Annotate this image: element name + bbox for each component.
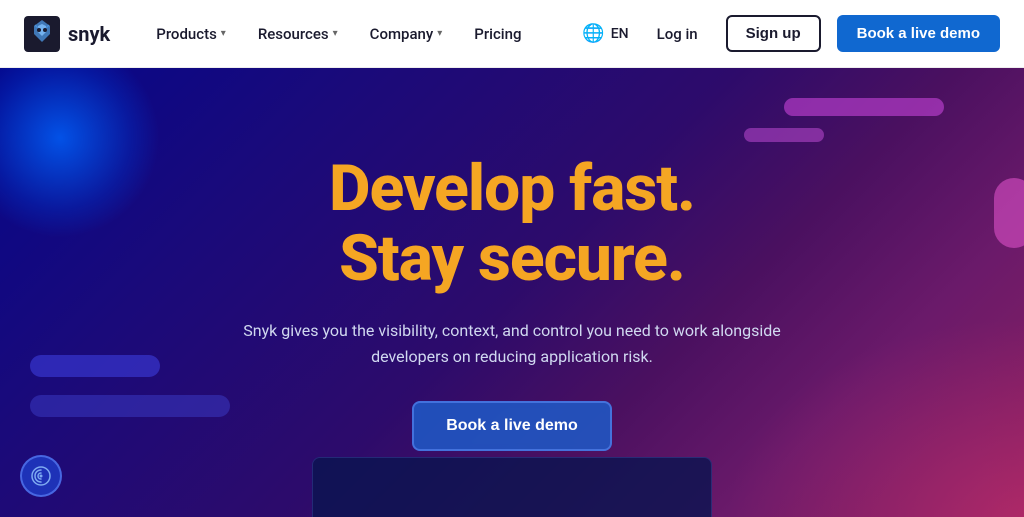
nav-resources[interactable]: Resources ▾ (244, 17, 352, 51)
products-chevron-icon: ▾ (221, 28, 226, 39)
nav-products[interactable]: Products ▾ (142, 17, 240, 51)
hero-section: Develop fast. Stay secure. Snyk gives yo… (0, 68, 1024, 517)
brand-name: snyk (68, 22, 110, 46)
hero-cta-button[interactable]: Book a live demo (412, 401, 612, 451)
company-chevron-icon: ▾ (437, 28, 442, 39)
hero-title: Develop fast. Stay secure. (329, 154, 695, 295)
nav-company[interactable]: Company ▾ (356, 17, 457, 51)
hero-subtitle: Snyk gives you the visibility, context, … (232, 318, 792, 369)
signup-button[interactable]: Sign up (726, 15, 821, 52)
hero-content: Develop fast. Stay secure. Snyk gives yo… (0, 68, 1024, 517)
nav-book-demo-button[interactable]: Book a live demo (837, 15, 1000, 52)
nav-right: 🌐 EN Log in Sign up Book a live demo (582, 15, 1000, 52)
nav-links: Products ▾ Resources ▾ Company ▾ Pricing (142, 17, 582, 51)
snyk-logo-icon (24, 16, 60, 52)
globe-icon: 🌐 (582, 23, 604, 44)
login-button[interactable]: Log in (645, 17, 710, 51)
logo-link[interactable]: snyk (24, 16, 110, 52)
navbar: snyk Products ▾ Resources ▾ Company ▾ Pr… (0, 0, 1024, 68)
resources-chevron-icon: ▾ (333, 28, 338, 39)
language-selector[interactable]: 🌐 EN (582, 23, 628, 44)
nav-pricing[interactable]: Pricing (460, 17, 535, 51)
